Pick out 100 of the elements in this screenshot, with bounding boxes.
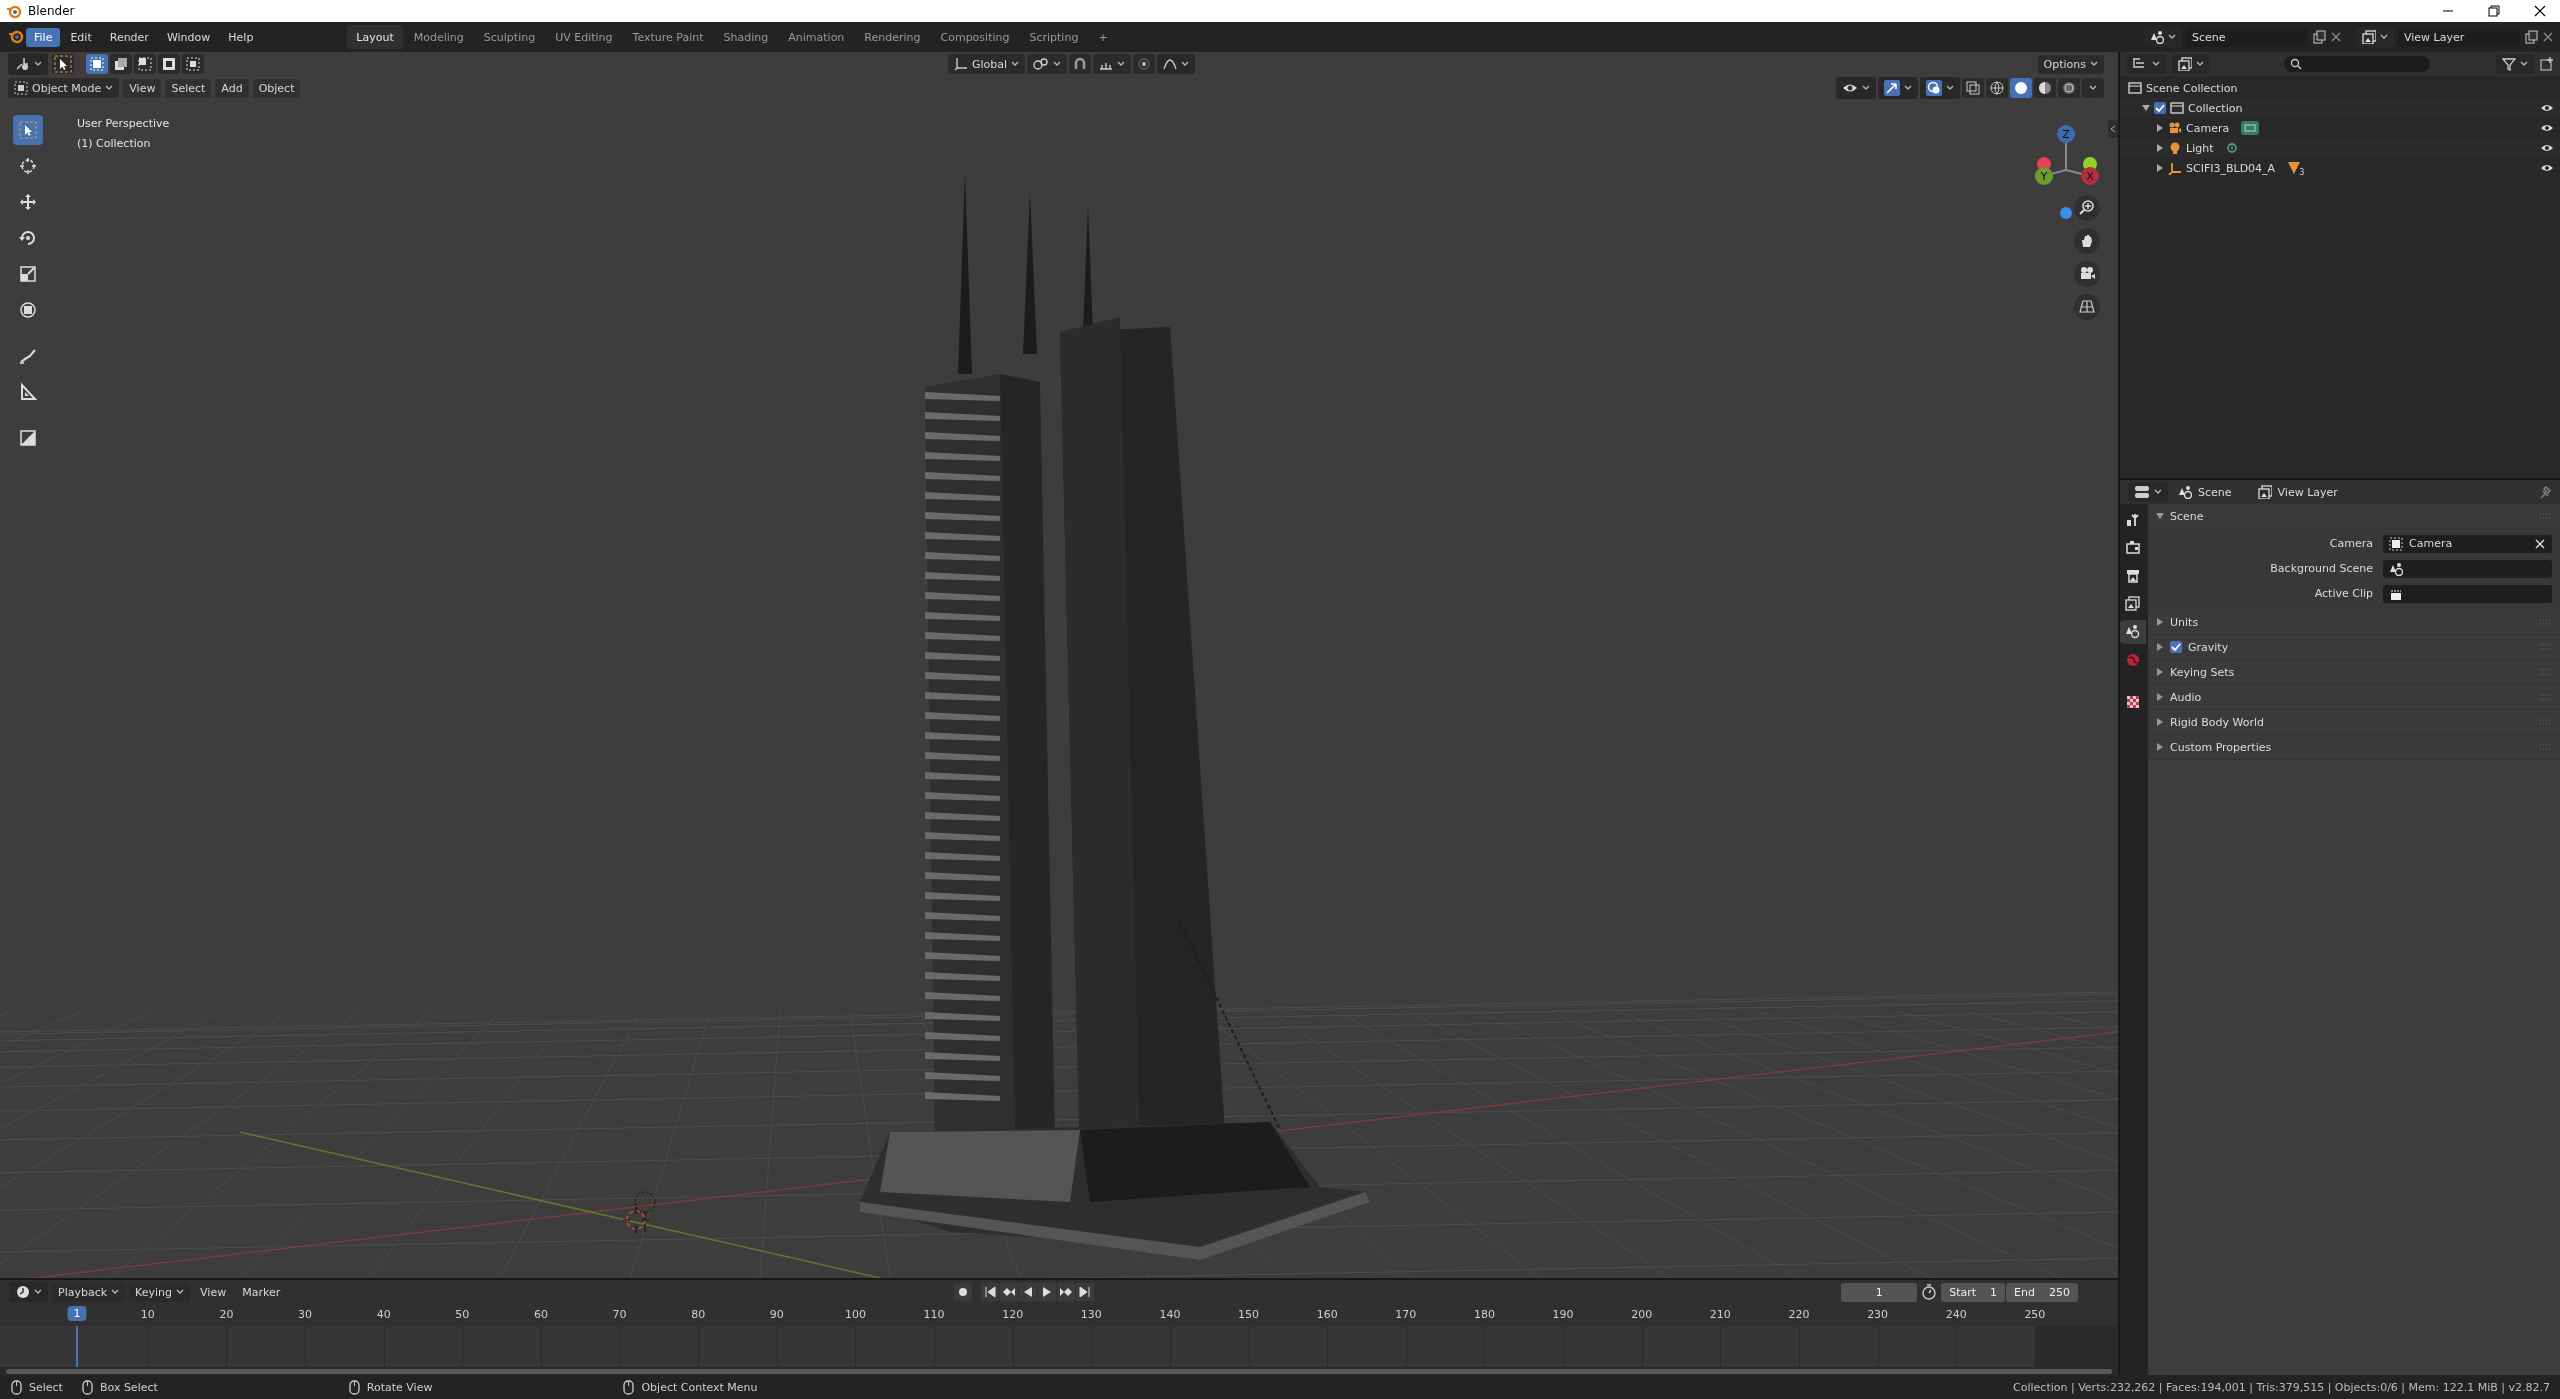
outliner-item[interactable]: Collection (2188, 101, 2243, 115)
copy-icon[interactable] (2312, 30, 2326, 44)
selection-mode-button[interactable] (110, 54, 132, 74)
visibility-dropdown[interactable] (1836, 77, 1876, 99)
object-field[interactable] (2383, 584, 2552, 603)
selection-mode-button[interactable] (158, 54, 180, 74)
playback-button[interactable] (999, 1283, 1018, 1301)
pin-icon[interactable] (2538, 485, 2552, 499)
stopwatch-icon[interactable] (1921, 1284, 1938, 1300)
shading-options-button[interactable] (2082, 78, 2104, 98)
playback-button[interactable] (1037, 1283, 1056, 1301)
material-shading-button[interactable] (2034, 78, 2056, 98)
blender-logo-icon[interactable] (8, 28, 26, 46)
eye-icon[interactable] (2540, 102, 2554, 114)
orientation-dropdown[interactable]: Global (948, 54, 1026, 74)
search-field[interactable] (2284, 56, 2430, 72)
camera-view-button[interactable] (2074, 261, 2100, 287)
editor-type-button[interactable] (8, 53, 48, 75)
selection-mode-button[interactable] (182, 54, 204, 74)
menu-dropdown[interactable]: Playback (52, 1282, 126, 1302)
menu-item[interactable]: Window (158, 27, 219, 47)
disclosure-triangle-icon[interactable] (2142, 104, 2150, 112)
scene-selector-button[interactable] (2144, 27, 2182, 47)
object-field[interactable] (2383, 559, 2552, 578)
rendered-shading-button[interactable] (2058, 78, 2080, 98)
workspace-tab[interactable]: Animation (779, 25, 854, 49)
editor-type-button[interactable] (2126, 54, 2166, 74)
menu-item[interactable]: Object (252, 78, 301, 98)
selection-mode-button[interactable] (134, 54, 156, 74)
ortho-view-button[interactable] (2074, 294, 2100, 320)
checkbox[interactable] (2170, 641, 2182, 653)
overlay-toggle-button[interactable] (1920, 77, 1960, 99)
proportional-edit-button[interactable] (1133, 54, 1156, 74)
editor-type-button[interactable] (10, 1282, 48, 1302)
current-frame-marker[interactable]: 1 (67, 1306, 87, 1321)
scrollbar[interactable] (6, 1368, 2112, 1374)
disclosure-triangle-icon[interactable] (2156, 124, 2164, 132)
pivot-dropdown[interactable] (1027, 54, 1068, 74)
copy-icon[interactable] (2524, 30, 2538, 44)
filter-dropdown[interactable] (2496, 54, 2534, 74)
start-frame-field[interactable]: Start 1 (1941, 1282, 2006, 1302)
solid-shading-button[interactable] (2010, 78, 2032, 98)
end-frame-field[interactable]: End 250 (2006, 1282, 2078, 1302)
gizmo-toggle-button[interactable] (1878, 77, 1918, 99)
disclosure-triangle-icon[interactable] (2156, 164, 2164, 172)
outliner-item[interactable]: Light (2186, 141, 2214, 155)
workspace-tab[interactable]: Modeling (404, 25, 473, 49)
falloff-dropdown[interactable] (1157, 54, 1196, 74)
checkbox[interactable] (2154, 102, 2166, 114)
eye-icon[interactable] (2540, 162, 2554, 174)
clear-icon[interactable] (2534, 537, 2546, 550)
editor-type-button[interactable] (2128, 482, 2168, 502)
selection-mode-button[interactable] (86, 54, 108, 74)
workspace-tab[interactable]: Compositing (931, 25, 1019, 49)
snap-button[interactable] (1069, 54, 1092, 74)
outliner-item[interactable]: Scene Collection (2146, 81, 2238, 95)
workspace-tab[interactable]: Scripting (1020, 25, 1088, 49)
menu-item[interactable]: Help (220, 27, 262, 47)
view-layer-field[interactable]: View Layer (2398, 27, 2520, 47)
playback-button[interactable] (953, 1283, 972, 1301)
camera-data-icon[interactable] (2241, 121, 2260, 135)
menu-item[interactable]: View (123, 78, 162, 98)
workspace-tab[interactable]: Shading (714, 25, 778, 49)
new-collection-icon[interactable] (2540, 57, 2554, 71)
scene-name-field[interactable]: Scene (2186, 27, 2308, 47)
pan-button[interactable] (2074, 228, 2100, 254)
menu-item[interactable]: Render (101, 27, 157, 47)
restore-icon[interactable] (2488, 5, 2500, 17)
workspace-tab[interactable]: Layout (347, 25, 403, 49)
tool-button[interactable] (13, 115, 43, 145)
mode-dropdown[interactable]: Object Mode (8, 78, 120, 98)
wireframe-shading-button[interactable] (1986, 78, 2008, 98)
snap-target-dropdown[interactable] (1093, 54, 1132, 74)
menu-item[interactable]: Edit (62, 27, 100, 47)
xray-button[interactable] (1962, 78, 1984, 98)
eye-icon[interactable] (2540, 122, 2554, 134)
close-icon[interactable] (2534, 5, 2546, 17)
playback-button[interactable] (1075, 1283, 1094, 1301)
workspace-tab[interactable]: UV Editing (546, 25, 622, 49)
view-layer-selector-button[interactable] (2356, 27, 2394, 47)
outliner-item[interactable]: SCIFI3_BLD04_A (2186, 161, 2276, 175)
playback-button[interactable] (980, 1283, 999, 1301)
workspace-tab[interactable]: Rendering (855, 25, 930, 49)
properties-tab[interactable] (2120, 620, 2146, 644)
menu-dropdown[interactable]: Keying (129, 1282, 191, 1302)
options-dropdown[interactable]: Options (2037, 54, 2104, 74)
menu-item[interactable]: Select (165, 78, 212, 98)
menu-item[interactable]: Add (215, 78, 249, 98)
sidebar-toggle[interactable] (2108, 120, 2118, 138)
menu-item[interactable]: File (26, 27, 61, 47)
workspace-tab[interactable]: Sculpting (474, 25, 545, 49)
object-field[interactable]: Camera (2383, 534, 2552, 553)
display-mode-button[interactable] (2172, 54, 2210, 74)
select-tool-button[interactable] (52, 54, 74, 74)
outliner-item[interactable]: Camera (2186, 121, 2230, 135)
eye-icon[interactable] (2540, 142, 2554, 154)
playback-button[interactable] (1056, 1283, 1075, 1301)
workspace-tab[interactable]: + (1089, 25, 1117, 49)
zoom-button[interactable] (2074, 195, 2100, 221)
playback-button[interactable] (1018, 1283, 1037, 1301)
